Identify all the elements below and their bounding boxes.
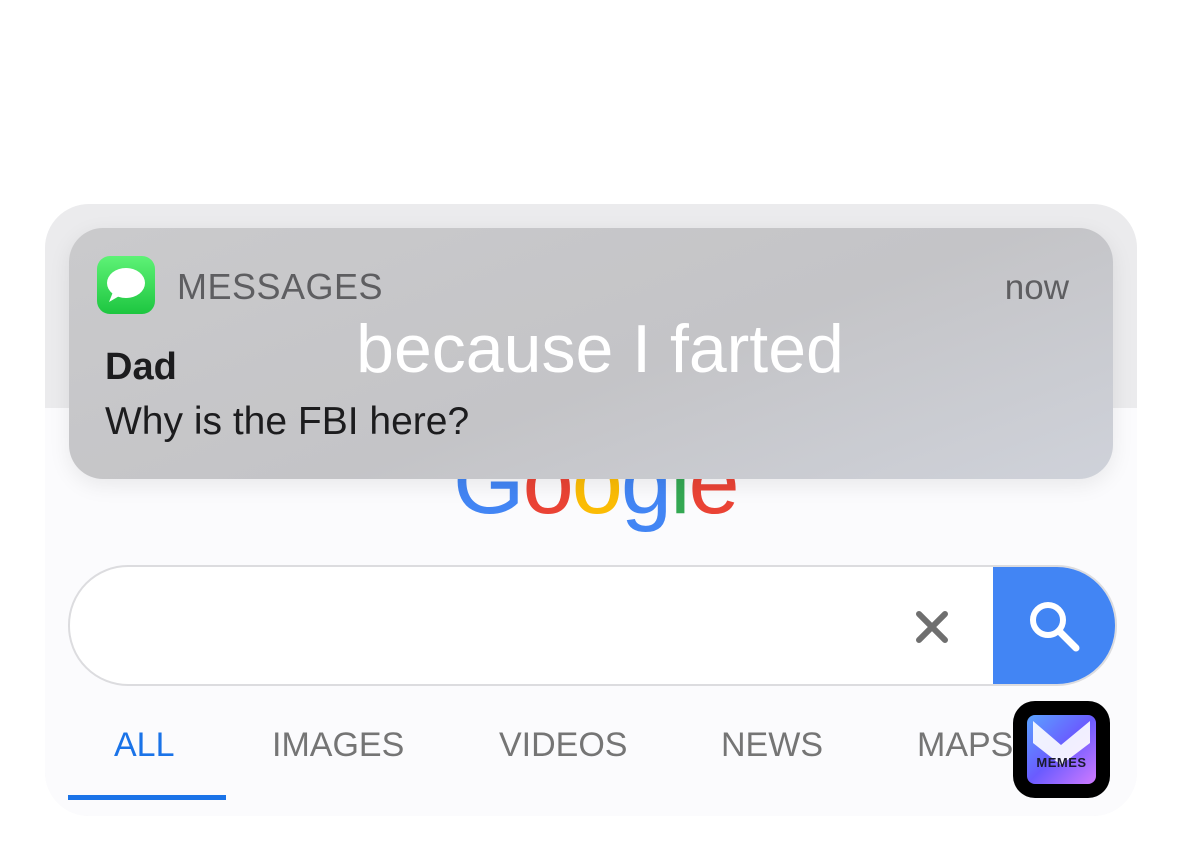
close-icon — [916, 611, 948, 643]
messages-app-icon — [97, 256, 155, 314]
notification-app-name: MESSAGES — [177, 266, 384, 307]
search-box — [68, 565, 1117, 686]
tab-maps[interactable]: MAPS — [917, 726, 1013, 765]
tab-all[interactable]: ALL — [114, 726, 175, 765]
search-input[interactable] — [110, 597, 894, 655]
search-icon — [1030, 601, 1080, 651]
active-tab-indicator — [68, 795, 226, 800]
clear-button[interactable] — [900, 595, 964, 659]
search-button[interactable] — [993, 567, 1115, 684]
watermark-label: MEMES — [1036, 755, 1087, 770]
notification-time: now — [1004, 268, 1069, 307]
memes-watermark: MEMES — [1013, 701, 1110, 798]
memes-logo: MEMES — [1027, 715, 1096, 784]
notification-message: Why is the FBI here? — [105, 400, 470, 443]
tab-news[interactable]: NEWS — [721, 726, 823, 765]
meme-caption: because I farted — [356, 311, 844, 387]
tab-videos[interactable]: VIDEOS — [499, 726, 627, 765]
search-tabs: ALL IMAGES VIDEOS NEWS MAPS — [68, 704, 1137, 800]
tab-images[interactable]: IMAGES — [272, 726, 404, 765]
